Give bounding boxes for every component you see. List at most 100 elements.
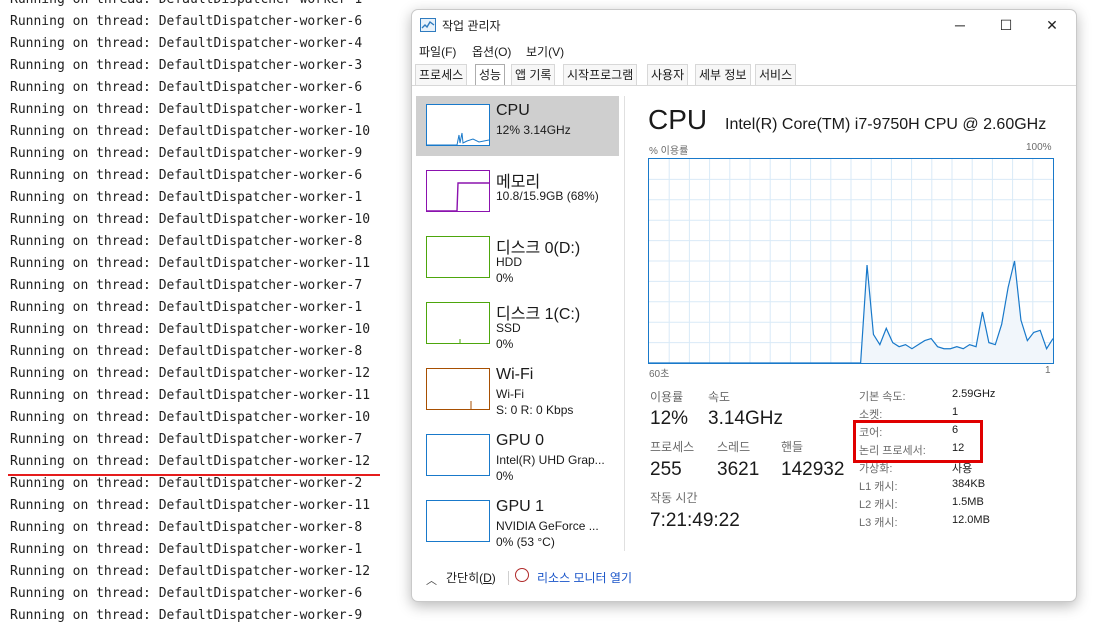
tab-performance[interactable]: 성능 [475, 64, 506, 85]
sidebar-item-3[interactable]: 디스크 1(C:) SSD 0% [416, 294, 619, 354]
main-title: CPU [648, 104, 708, 135]
cpu-model: Intel(R) Core(TM) i7-9750H CPU @ 2.60GHz [725, 116, 1047, 133]
title-bar[interactable]: 작업 관리자 ─ ☐ ✕ [412, 10, 1076, 40]
task-manager-icon [420, 18, 436, 32]
console-line: Running on thread: DefaultDispatcher-wor… [10, 124, 371, 139]
detail-key: L1 캐시: [859, 481, 898, 493]
sidebar-item-6[interactable]: GPU 1 NVIDIA GeForce ... 0% (53 °C) [416, 492, 619, 552]
graph-y-max: 100% [1026, 142, 1052, 153]
console-line: Running on thread: DefaultDispatcher-wor… [10, 102, 363, 117]
close-button[interactable]: ✕ [1029, 10, 1075, 40]
sidebar-item-detail: Intel(R) UHD Grap... [496, 453, 605, 467]
console-line: Running on thread: DefaultDispatcher-wor… [10, 190, 363, 205]
menu-file[interactable]: 파일(F) [419, 43, 456, 60]
graph-x-max: 1 [1045, 365, 1051, 376]
threads-label: 스레드 [717, 440, 751, 454]
sidebar-item-name: CPU [496, 102, 530, 119]
threads-value: 3621 [717, 459, 760, 480]
console-line: Running on thread: DefaultDispatcher-wor… [10, 388, 371, 403]
tab-processes[interactable]: 프로세스 [415, 64, 468, 85]
tab-app-history[interactable]: 앱 기록 [511, 64, 556, 85]
highlight-underline [8, 474, 380, 476]
utilization-label: 이용률 [650, 390, 684, 404]
sidebar-item-0[interactable]: CPU 12% 3.14GHz [416, 96, 619, 156]
tab-services[interactable]: 서비스 [755, 64, 797, 85]
sidebar-divider [624, 96, 625, 551]
detail-key: 기본 속도: [859, 391, 906, 403]
resource-monitor-icon[interactable] [515, 568, 529, 582]
maximize-button[interactable]: ☐ [983, 10, 1029, 40]
console-line: Running on thread: DefaultDispatcher-wor… [10, 476, 363, 491]
console-line: Running on thread: DefaultDispatcher-wor… [10, 498, 371, 513]
processes-value: 255 [650, 459, 682, 480]
console-line: Running on thread: DefaultDispatcher-wor… [10, 542, 363, 557]
fewer-details-button[interactable]: 간단히(D) [446, 569, 496, 586]
detail-key: L3 캐시: [859, 517, 898, 529]
performance-sidebar: CPU 12% 3.14GHz 메모리 10.8/15.9GB (68%) 디스크 0(… [412, 96, 622, 556]
console-line: Running on thread: DefaultDispatcher-wor… [10, 80, 363, 95]
sidebar-item-subdetail: 0% [496, 271, 514, 285]
detail-key: L2 캐시: [859, 499, 898, 511]
sidebar-item-name: GPU 1 [496, 498, 545, 515]
handles-label: 핸들 [781, 440, 804, 454]
detail-value: 1.5MB [952, 496, 984, 508]
console-output: Running on thread: DefaultDispatcher-wor… [0, 0, 420, 627]
uptime-label: 작동 시간 [650, 491, 698, 505]
sidebar-thumbnail [426, 170, 490, 212]
cpu-utilization-graph [648, 158, 1054, 364]
sidebar-item-detail: SSD [496, 321, 521, 335]
sidebar-item-detail: 12% 3.14GHz [496, 123, 571, 137]
fewer-details-suffix: ) [491, 571, 496, 585]
console-line: Running on thread: DefaultDispatcher-wor… [10, 168, 363, 183]
detail-value: 384KB [952, 478, 986, 490]
speed-value: 3.14GHz [708, 408, 783, 429]
sidebar-thumbnail [426, 236, 490, 278]
tab-bar: 프로세스 성능 앱 기록 시작프로그램 사용자 세부 정보 서비스 [412, 64, 1076, 86]
sidebar-item-2[interactable]: 디스크 0(D:) HDD 0% [416, 228, 619, 288]
console-line: Running on thread: DefaultDispatcher-wor… [0, 0, 420, 11]
sidebar-item-subdetail: 0% [496, 337, 514, 351]
console-line: Running on thread: DefaultDispatcher-wor… [10, 36, 363, 51]
sidebar-thumbnail [426, 434, 490, 476]
sidebar-item-detail: HDD [496, 255, 522, 269]
sidebar-item-5[interactable]: GPU 0 Intel(R) UHD Grap... 0% [416, 426, 619, 486]
sidebar-item-4[interactable]: Wi-Fi Wi-Fi S: 0 R: 0 Kbps [416, 360, 619, 420]
speed-label: 속도 [708, 390, 731, 404]
console-line: Running on thread: DefaultDispatcher-wor… [10, 322, 371, 337]
menu-view[interactable]: 보기(V) [526, 43, 564, 60]
sidebar-thumbnail [426, 500, 490, 542]
graph-x-label: 60초 [649, 369, 670, 380]
console-line: Running on thread: DefaultDispatcher-wor… [10, 14, 363, 29]
tab-startup[interactable]: 시작프로그램 [563, 64, 638, 85]
window-title: 작업 관리자 [442, 19, 501, 33]
sidebar-thumbnail [426, 302, 490, 344]
sidebar-item-name: GPU 0 [496, 432, 545, 449]
console-line: Running on thread: DefaultDispatcher-wor… [10, 234, 363, 249]
uptime-value: 7:21:49:22 [650, 510, 740, 531]
sidebar-item-1[interactable]: 메모리 10.8/15.9GB (68%) [416, 162, 619, 222]
tab-details[interactable]: 세부 정보 [695, 64, 751, 85]
menu-options[interactable]: 옵션(O) [472, 43, 511, 60]
menu-bar: 파일(F) 옵션(O) 보기(V) [412, 40, 1076, 62]
handles-value: 142932 [781, 459, 845, 480]
console-line: Running on thread: DefaultDispatcher-wor… [10, 366, 371, 381]
tab-users[interactable]: 사용자 [647, 64, 689, 85]
minimize-button[interactable]: ─ [937, 10, 983, 40]
sidebar-item-subdetail: 0% (53 °C) [496, 535, 555, 549]
console-line: Running on thread: DefaultDispatcher-wor… [10, 520, 363, 535]
sidebar-item-subdetail: 0% [496, 469, 514, 483]
fewer-details-key: D [483, 571, 492, 585]
tab-divider [412, 85, 1076, 86]
sidebar-item-detail: NVIDIA GeForce ... [496, 519, 599, 533]
detail-value: 1 [952, 406, 959, 418]
sidebar-item-detail: 10.8/15.9GB (68%) [496, 189, 599, 203]
resource-monitor-link[interactable]: 리소스 모니터 열기 [537, 569, 632, 586]
chevron-up-icon[interactable]: ︿ [426, 572, 437, 588]
console-line: Running on thread: DefaultDispatcher-wor… [10, 344, 363, 359]
detail-value: 12.0MB [952, 514, 990, 526]
task-manager-window: 작업 관리자 ─ ☐ ✕ 파일(F) 옵션(O) 보기(V) 프로세스 성능 앱… [411, 9, 1077, 602]
console-line: Running on thread: DefaultDispatcher-wor… [10, 432, 363, 447]
console-line: Running on thread: DefaultDispatcher-wor… [10, 586, 363, 601]
sidebar-item-subdetail: S: 0 R: 0 Kbps [496, 403, 574, 417]
console-line: Running on thread: DefaultDispatcher-wor… [10, 564, 371, 579]
